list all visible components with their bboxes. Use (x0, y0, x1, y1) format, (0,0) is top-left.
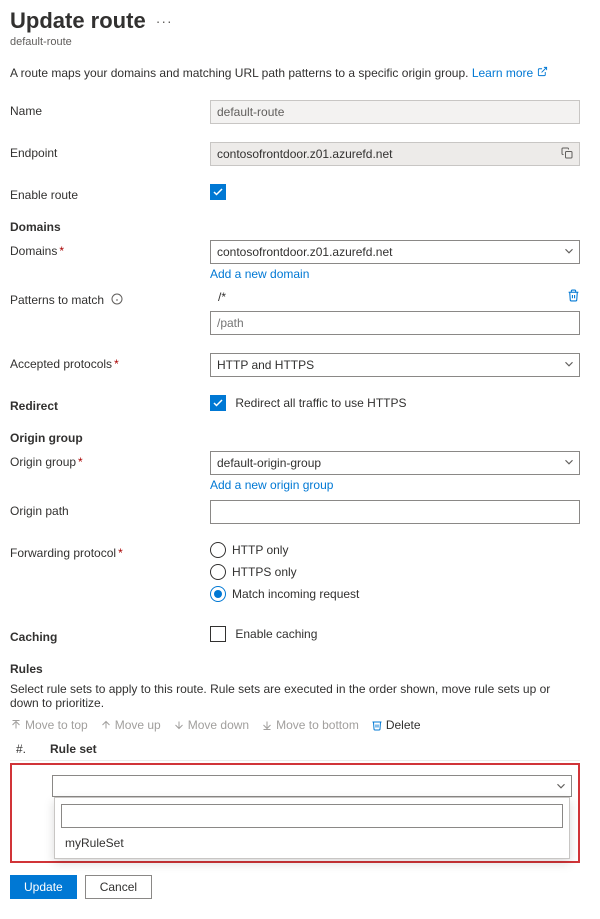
pattern-input[interactable] (210, 311, 580, 335)
more-icon[interactable]: ··· (156, 13, 173, 29)
learn-more-label: Learn more (472, 66, 533, 80)
origin-group-select[interactable]: default-origin-group (210, 451, 580, 475)
learn-more-link[interactable]: Learn more (472, 66, 548, 80)
forwarding-http-radio[interactable]: HTTP only (210, 542, 580, 558)
help-text: A route maps your domains and matching U… (10, 66, 580, 80)
move-bottom-button[interactable]: Move to bottom (261, 718, 359, 732)
redirect-https-checkbox[interactable] (210, 395, 226, 411)
ruleset-select[interactable] (52, 775, 572, 797)
external-link-icon (537, 66, 548, 80)
name-label: Name (10, 100, 210, 118)
forwarding-https-label: HTTPS only (232, 565, 297, 579)
move-down-button[interactable]: Move down (173, 718, 249, 732)
caching-section-header: Caching (10, 626, 210, 644)
ruleset-grid-header: #. Rule set (10, 738, 580, 761)
move-up-button[interactable]: Move up (100, 718, 161, 732)
ruleset-dropdown-popup: myRuleSet (54, 797, 570, 859)
info-icon[interactable] (111, 293, 123, 308)
accepted-protocols-select[interactable]: HTTP and HTTPS (210, 353, 580, 377)
update-button[interactable]: Update (10, 875, 77, 899)
domains-select-value: contosofrontdoor.z01.azurefd.net (217, 245, 392, 259)
enable-caching-label: Enable caching (235, 627, 317, 641)
col-ruleset-header: Rule set (50, 742, 580, 756)
redirect-section-header: Redirect (10, 395, 210, 413)
accepted-protocols-value: HTTP and HTTPS (217, 358, 314, 372)
domains-label: Domains* (10, 240, 210, 258)
redirect-https-label: Redirect all traffic to use HTTPS (235, 396, 406, 410)
endpoint-value: contosofrontdoor.z01.azurefd.net (217, 147, 392, 161)
copy-icon[interactable] (561, 147, 573, 162)
col-number-header: #. (10, 742, 50, 756)
origin-group-value: default-origin-group (217, 456, 321, 470)
enable-caching-checkbox[interactable] (210, 626, 226, 642)
forwarding-match-radio[interactable]: Match incoming request (210, 586, 580, 602)
name-input (210, 100, 580, 124)
enable-route-checkbox[interactable] (210, 184, 226, 200)
add-domain-link[interactable]: Add a new domain (210, 267, 309, 281)
rules-description: Select rule sets to apply to this route.… (10, 682, 580, 710)
rules-toolbar: Move to top Move up Move down Move to bo… (10, 718, 580, 732)
domains-section-header: Domains (10, 220, 580, 234)
cancel-button[interactable]: Cancel (85, 875, 152, 899)
delete-pattern-icon[interactable] (567, 289, 580, 305)
origin-group-label: Origin group* (10, 451, 210, 469)
ruleset-option[interactable]: myRuleSet (61, 828, 563, 852)
add-origin-group-link[interactable]: Add a new origin group (210, 478, 333, 492)
endpoint-field: contosofrontdoor.z01.azurefd.net (210, 142, 580, 166)
origin-path-label: Origin path (10, 500, 210, 518)
enable-route-label: Enable route (10, 184, 210, 202)
accepted-protocols-label: Accepted protocols* (10, 353, 210, 371)
ruleset-filter-input[interactable] (61, 804, 563, 828)
page-title: Update route (10, 8, 146, 34)
delete-ruleset-button[interactable]: Delete (371, 718, 421, 732)
patterns-label: Patterns to match (10, 289, 210, 308)
endpoint-label: Endpoint (10, 142, 210, 160)
forwarding-match-label: Match incoming request (232, 587, 359, 601)
pattern-value-1: /* (210, 290, 561, 304)
origin-group-section-header: Origin group (10, 431, 580, 445)
ruleset-highlighted-area: myRuleSet (10, 763, 580, 863)
forwarding-protocol-label: Forwarding protocol* (10, 542, 210, 560)
ruleset-row-number (18, 775, 52, 797)
page-subtitle: default-route (10, 36, 580, 48)
move-top-button[interactable]: Move to top (10, 718, 88, 732)
forwarding-https-radio[interactable]: HTTPS only (210, 564, 580, 580)
help-text-content: A route maps your domains and matching U… (10, 66, 468, 80)
forwarding-http-label: HTTP only (232, 543, 288, 557)
origin-path-input[interactable] (210, 500, 580, 524)
rules-section-header: Rules (10, 662, 580, 676)
domains-select[interactable]: contosofrontdoor.z01.azurefd.net (210, 240, 580, 264)
